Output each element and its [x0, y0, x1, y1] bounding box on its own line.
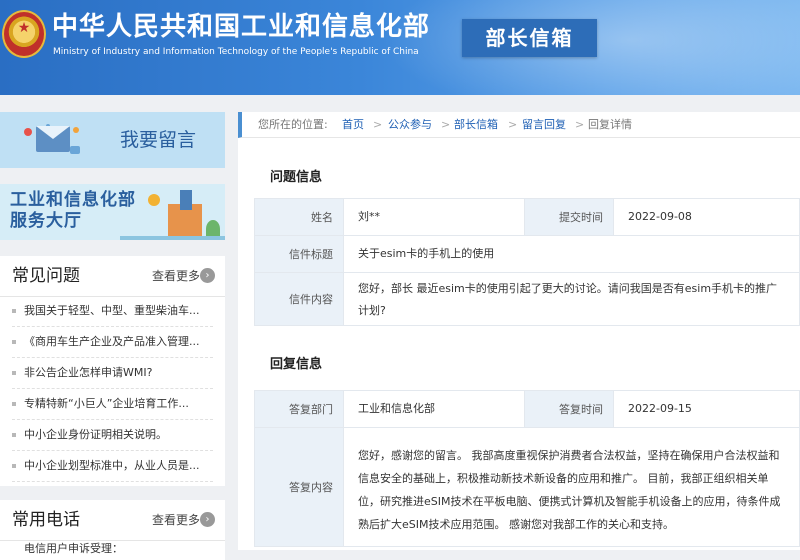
bullet-icon — [12, 464, 16, 468]
phone-panel: 常用电话 查看更多 › 电信用户申诉受理： — [0, 500, 225, 560]
faq-item-text[interactable]: 中小企业身份证明相关说明。 — [24, 427, 214, 443]
breadcrumb-separator: > — [441, 118, 451, 131]
tower-icon — [180, 190, 192, 210]
faq-item-text[interactable]: 专精特新“小巨人”企业培育工作... — [24, 396, 214, 412]
breadcrumb-message-reply[interactable]: 留言回复 — [522, 118, 566, 132]
faq-item[interactable]: 我国关于轻型、中型、重型柴油车... — [12, 296, 213, 327]
ground-decoration — [120, 236, 225, 240]
service-hall-line1: 工业和信息化部 — [10, 190, 136, 210]
faq-item-text[interactable]: 《商用车生产企业及产品准入管理... — [24, 334, 214, 350]
submit-date-label: 提交时间 — [524, 198, 614, 236]
reply-date-value: 2022-09-15 — [613, 390, 800, 428]
reply-section-title: 回复信息 — [270, 357, 323, 372]
phone-more-link[interactable]: 查看更多 — [152, 512, 200, 528]
chevron-right-icon[interactable]: › — [200, 512, 215, 527]
faq-item-text[interactable]: 中小企业划型标准中，从业人员是... — [24, 458, 214, 474]
breadcrumb-ministers-mailbox[interactable]: 部长信箱 — [454, 118, 498, 132]
reply-content-label: 答复内容 — [254, 427, 344, 547]
ministers-mailbox-badge: 部长信箱 — [462, 19, 597, 57]
reply-content-value: 您好，感谢您的留言。 我部高度重视保护消费者合法权益，坚持在确保用户合法权益和信… — [343, 427, 800, 547]
breadcrumb-home[interactable]: 首页 — [342, 118, 364, 132]
breadcrumb-public-participation[interactable]: 公众参与 — [388, 118, 432, 132]
faq-item[interactable]: 专精特新“小巨人”企业培育工作... — [12, 389, 213, 420]
faq-more-link[interactable]: 查看更多 — [152, 268, 200, 284]
faq-title: 常见问题 — [12, 266, 80, 286]
faq-item[interactable]: 中小企业划型标准中，从业人员是... — [12, 451, 213, 482]
breadcrumb-current: 回复详情 — [588, 118, 632, 131]
content-value: 您好，部长 最近esim卡的使用引起了更大的讨论。请问我国是否有esim手机卡的… — [343, 272, 800, 326]
national-emblem-logo[interactable]: ★ — [2, 10, 46, 58]
question-table: 姓名 刘** 提交时间 2022-09-08 信件标题 关于esim卡的手机上的… — [254, 198, 800, 326]
faq-item[interactable]: 《商用车生产企业及产品准入管理... — [12, 327, 213, 358]
breadcrumb: 您所在的位置: 首页 > 公众参与 > 部长信箱 > 留言回复 > 回复详情 — [238, 112, 800, 138]
breadcrumb-separator: > — [508, 118, 518, 131]
sun-icon — [148, 194, 160, 206]
chevron-right-icon[interactable]: › — [200, 268, 215, 283]
breadcrumb-separator: > — [575, 118, 585, 131]
phone-item[interactable]: 电信用户申诉受理： — [24, 542, 123, 556]
breadcrumb-prefix: 您所在的位置: — [258, 118, 328, 131]
bullet-icon — [12, 340, 16, 344]
subject-label: 信件标题 — [254, 235, 344, 273]
site-title-english: Ministry of Industry and Information Tec… — [53, 47, 419, 57]
bullet-icon — [12, 371, 16, 375]
subject-value: 关于esim卡的手机上的使用 — [343, 235, 800, 273]
breadcrumb-separator: > — [373, 118, 383, 131]
site-title[interactable]: 中华人民共和国工业和信息化部 — [52, 10, 430, 44]
main-content: 您所在的位置: 首页 > 公众参与 > 部长信箱 > 留言回复 > 回复详情 问… — [238, 112, 800, 550]
faq-item-text[interactable]: 非公告企业怎样申请WMI? — [24, 365, 214, 381]
content-label: 信件内容 — [254, 272, 344, 326]
bullet-icon — [12, 309, 16, 313]
submit-date-value: 2022-09-08 — [613, 198, 800, 236]
reply-table: 答复部门 工业和信息化部 答复时间 2022-09-15 答复内容 您好，感谢您… — [254, 390, 800, 547]
star-icon: ★ — [17, 20, 31, 36]
faq-list: 我国关于轻型、中型、重型柴油车... 《商用车生产企业及产品准入管理... 非公… — [0, 296, 225, 482]
reply-dept-value: 工业和信息化部 — [343, 390, 525, 428]
site-header: ★ 中华人民共和国工业和信息化部 Ministry of Industry an… — [0, 0, 800, 95]
faq-header: 常见问题 查看更多 › — [0, 256, 225, 297]
leave-message-label: 我要留言 — [120, 129, 197, 151]
bullet-icon — [12, 402, 16, 406]
reply-date-label: 答复时间 — [524, 390, 614, 428]
name-label: 姓名 — [254, 198, 344, 236]
faq-panel: 常见问题 查看更多 › 我国关于轻型、中型、重型柴油车... 《商用车生产企业及… — [0, 256, 225, 486]
faq-item[interactable]: 中小企业身份证明相关说明。 — [12, 420, 213, 451]
faq-item[interactable]: 非公告企业怎样申请WMI? — [12, 358, 213, 389]
leave-message-banner[interactable]: 我要留言 — [0, 112, 225, 168]
question-section-title: 问题信息 — [270, 170, 323, 185]
phone-header: 常用电话 查看更多 › — [0, 500, 225, 541]
phone-title: 常用电话 — [12, 510, 80, 530]
service-hall-label: 工业和信息化部 服务大厅 — [10, 190, 136, 232]
service-hall-line2: 服务大厅 — [10, 211, 82, 231]
service-hall-banner[interactable]: 工业和信息化部 服务大厅 — [0, 184, 225, 240]
reply-dept-label: 答复部门 — [254, 390, 344, 428]
faq-item-text[interactable]: 我国关于轻型、中型、重型柴油车... — [24, 303, 214, 319]
envelope-icon — [36, 126, 70, 152]
name-value: 刘** — [343, 198, 525, 236]
bullet-icon — [12, 433, 16, 437]
